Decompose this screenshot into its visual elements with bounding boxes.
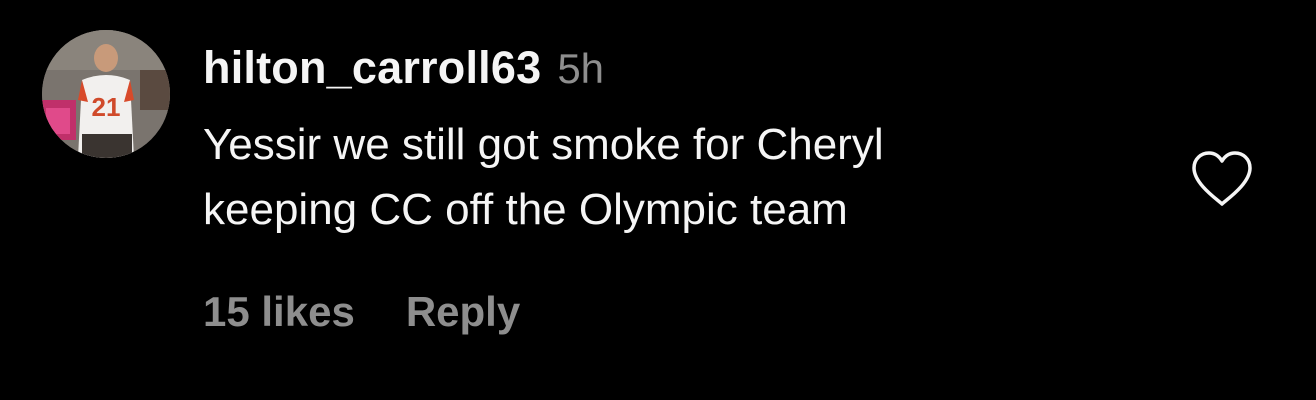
comment-actions: 15 likes Reply	[203, 288, 520, 336]
comment-body: Yessir we still got smoke for Cheryl kee…	[203, 112, 1163, 242]
heart-outline-icon	[1192, 151, 1252, 206]
avatar-image: 21	[42, 30, 170, 158]
timestamp: 5h	[557, 45, 605, 92]
avatar[interactable]: 21	[42, 30, 170, 158]
avatar-jersey-number: 21	[92, 92, 121, 122]
like-button[interactable]	[1190, 150, 1254, 208]
username-link[interactable]: hilton_carroll63	[203, 42, 541, 94]
comment-text-line: Yessir we still got smoke for Cheryl	[203, 120, 884, 169]
comment-text-line: keeping CC off the Olympic team	[203, 185, 848, 234]
likes-count[interactable]: 15 likes	[203, 288, 355, 336]
reply-button[interactable]: Reply	[406, 288, 520, 336]
comment-item: 21 hilton_carroll63 5h Yessir we still g…	[0, 0, 1316, 400]
comment-header: hilton_carroll63 5h	[203, 42, 604, 98]
